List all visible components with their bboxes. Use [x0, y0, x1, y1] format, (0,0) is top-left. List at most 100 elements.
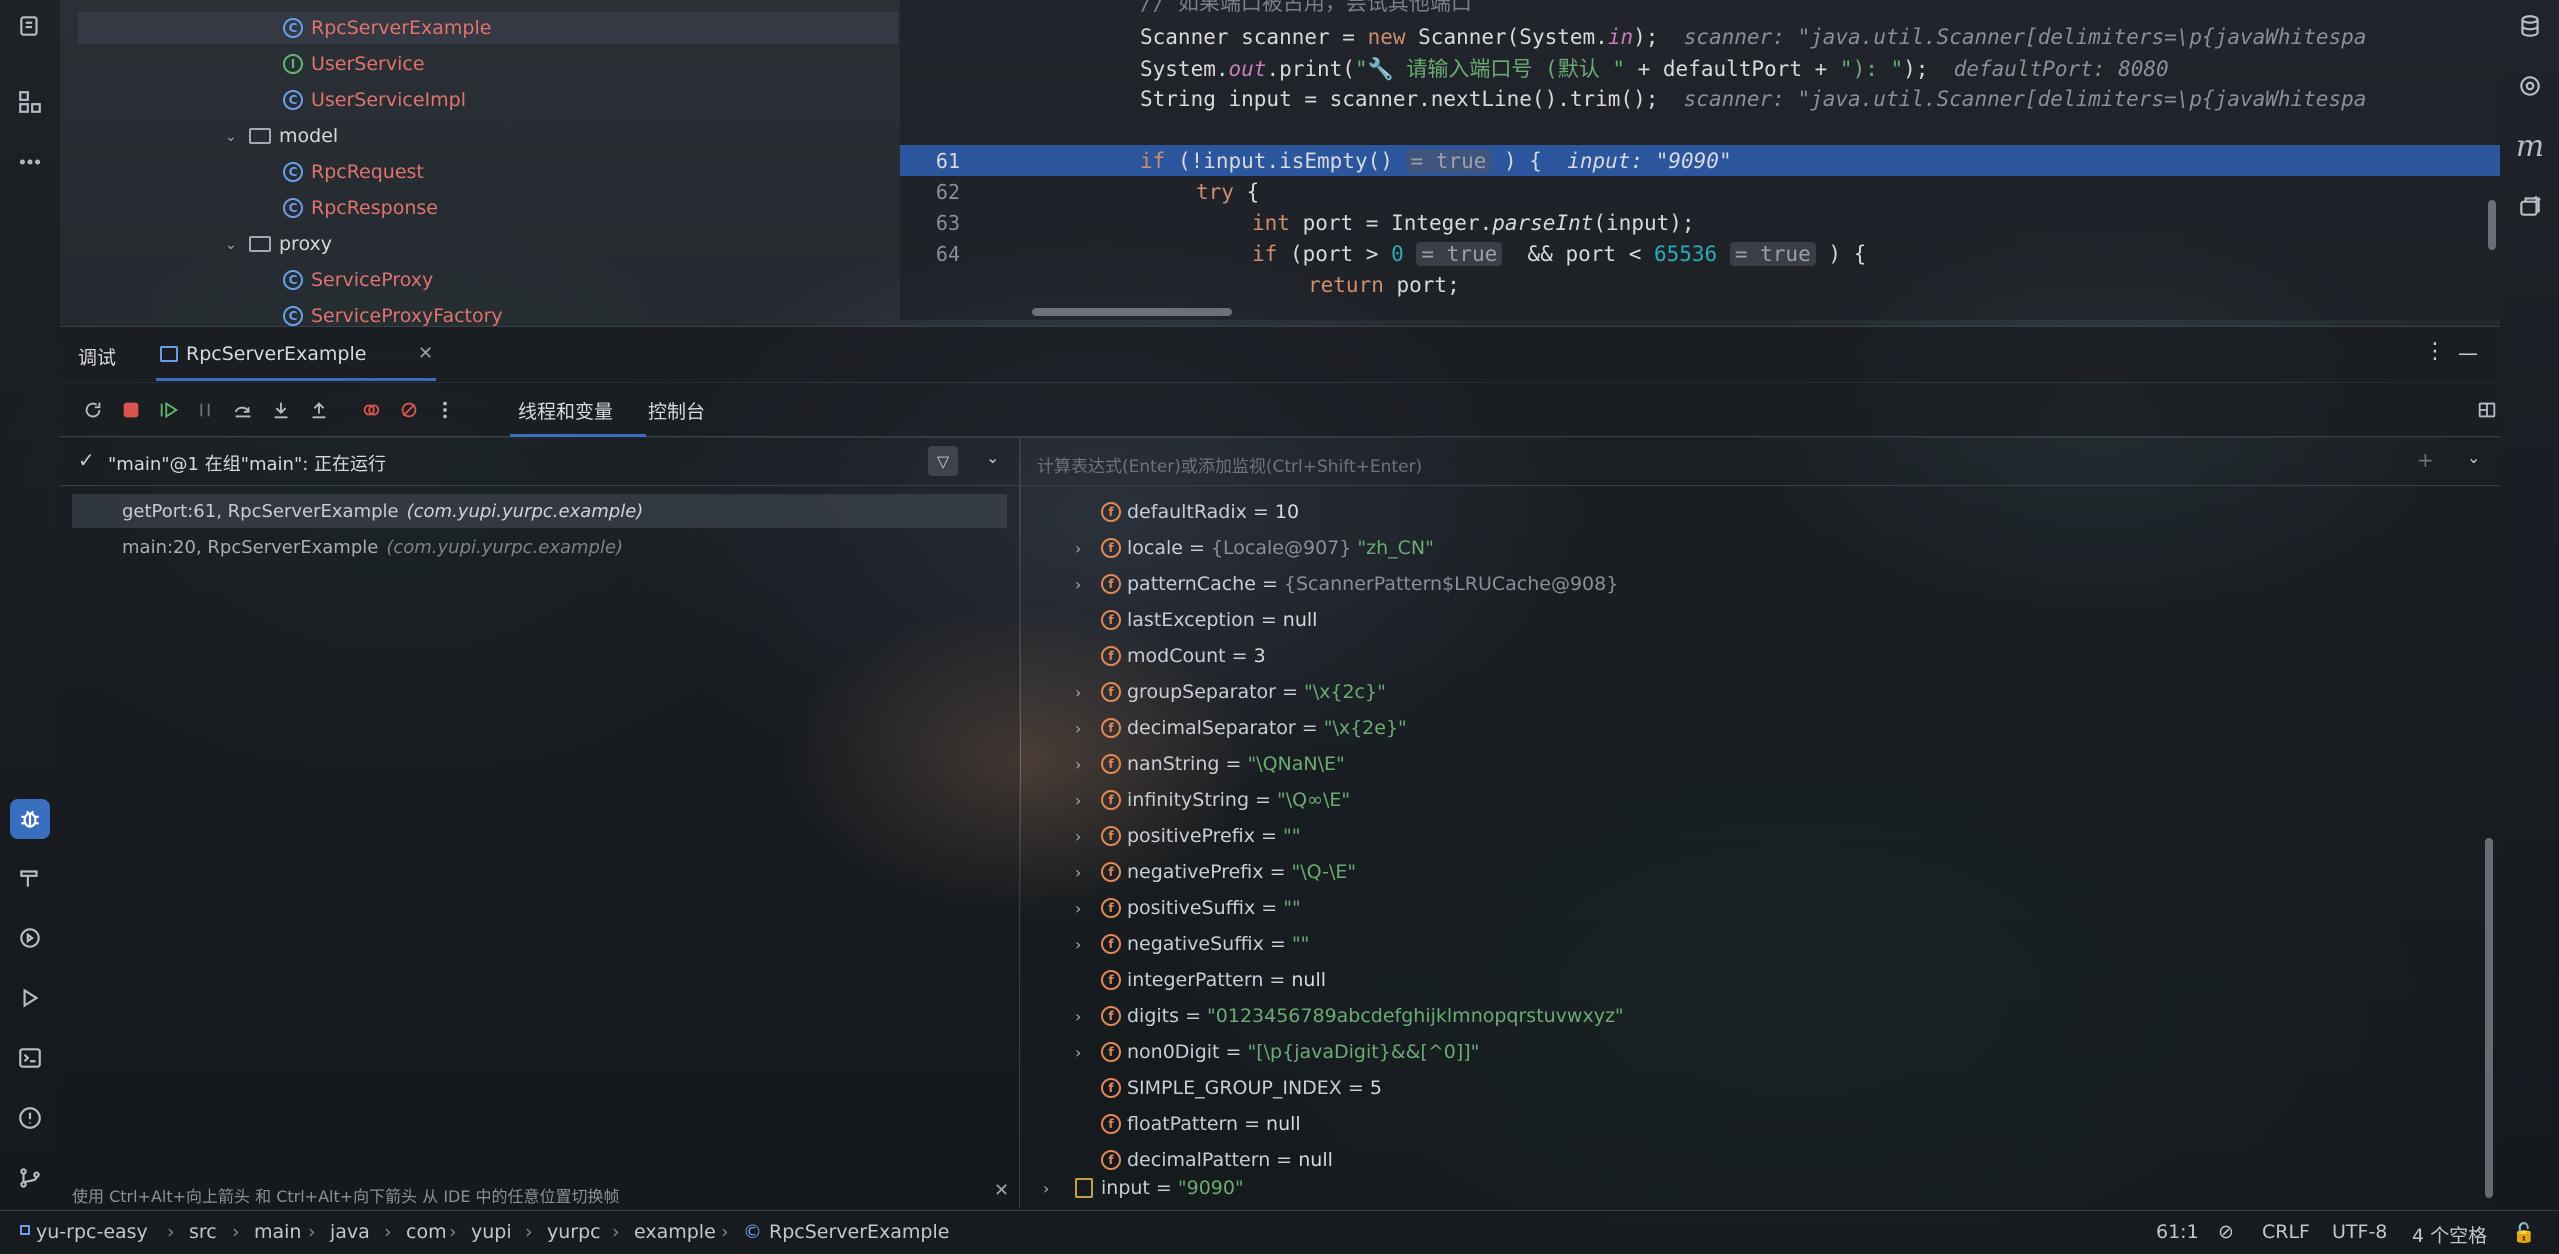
tree-item-rpcrequest[interactable]: C RpcRequest — [283, 156, 424, 188]
file-encoding[interactable]: UTF-8 — [2332, 1221, 2387, 1243]
tree-item-userservice[interactable]: I UserService — [283, 48, 425, 80]
step-out-icon[interactable] — [304, 395, 334, 425]
more-options-icon[interactable]: ⋮ — [2424, 339, 2446, 364]
chevron-right-icon[interactable]: › — [1075, 1043, 1091, 1062]
notifications-icon[interactable] — [2510, 186, 2550, 226]
problems-icon[interactable] — [10, 1098, 50, 1138]
chevron-down-icon[interactable]: ⌄ — [2467, 448, 2480, 467]
tree-item-rpcserverexample[interactable]: C RpcServerExample — [78, 12, 898, 44]
variable-row[interactable]: › f negativePrefix = "\Q-\E" — [1021, 854, 2500, 890]
git-icon[interactable] — [10, 1158, 50, 1198]
stack-frame[interactable]: getPort:61, RpcServerExample (com.yupi.y… — [72, 494, 1007, 528]
tab-rpcserverexample[interactable]: RpcServerExample ✕ — [156, 339, 446, 381]
editor-horizontal-scrollbar[interactable] — [1032, 308, 1232, 316]
ai-assistant-icon[interactable] — [2510, 66, 2550, 106]
close-hint-icon[interactable]: ✕ — [994, 1180, 1009, 1201]
code-line[interactable]: String input = scanner.nextLine().trim()… — [900, 83, 2500, 114]
build-icon[interactable] — [10, 858, 50, 898]
indent-setting[interactable]: 4 个空格 — [2412, 1221, 2487, 1248]
maven-icon[interactable]: m — [2510, 126, 2550, 166]
chevron-down-icon[interactable]: ⌄ — [225, 237, 239, 253]
code-line[interactable]: System.out.print("🔧 请输入端口号 (默认 " + defau… — [900, 52, 2500, 83]
resume-icon[interactable] — [154, 395, 184, 425]
terminal-icon[interactable] — [10, 1038, 50, 1078]
code-editor[interactable]: // 如果端口被占用，尝试其他端口 Scanner scanner = new … — [900, 0, 2500, 320]
chevron-down-icon[interactable]: ⌄ — [225, 129, 239, 145]
breadcrumb-item[interactable]: yu-rpc-easy — [36, 1221, 148, 1243]
chevron-right-icon[interactable]: › — [1075, 827, 1091, 846]
minimize-icon[interactable]: — — [2458, 341, 2478, 365]
breadcrumb-item[interactable]: src — [189, 1221, 217, 1243]
close-icon[interactable]: ✕ — [418, 343, 433, 364]
tab-console[interactable]: 控制台 — [648, 397, 705, 424]
chevron-right-icon[interactable]: › — [1075, 1007, 1091, 1026]
chevron-right-icon[interactable]: › — [1075, 863, 1091, 882]
structure-icon[interactable] — [10, 82, 50, 122]
local-variable-row[interactable]: › input = "9090" — [1021, 1170, 2500, 1206]
chevron-right-icon[interactable]: › — [1075, 899, 1091, 918]
code-line[interactable]: 62 try { — [900, 176, 2500, 207]
breadcrumb-item[interactable]: yupi — [471, 1221, 512, 1243]
chevron-right-icon[interactable]: › — [1075, 683, 1091, 702]
chevron-right-icon[interactable]: › — [1075, 791, 1091, 810]
variable-row[interactable]: f SIMPLE_GROUP_INDEX = 5 — [1021, 1070, 2500, 1106]
tree-item-rpcresponse[interactable]: C RpcResponse — [283, 192, 438, 224]
chevron-right-icon[interactable]: › — [1075, 935, 1091, 954]
services-icon[interactable] — [10, 918, 50, 958]
editor-vertical-scrollbar[interactable] — [2488, 200, 2496, 250]
chevron-right-icon[interactable]: › — [1075, 539, 1091, 558]
code-line[interactable]: return port; — [900, 269, 2500, 300]
code-line[interactable]: Scanner scanner = new Scanner(System.in)… — [900, 21, 2500, 52]
variable-row[interactable]: › f non0Digit = "[\p{javaDigit}&&[^0]]" — [1021, 1034, 2500, 1070]
variable-row[interactable]: f floatPattern = null — [1021, 1106, 2500, 1142]
add-watch-icon[interactable]: + — [2417, 448, 2434, 472]
step-over-icon[interactable] — [228, 395, 258, 425]
lock-icon[interactable]: 🔓 — [2512, 1221, 2536, 1244]
chevron-right-icon[interactable]: › — [1075, 719, 1091, 738]
stop-icon[interactable] — [116, 395, 146, 425]
line-separator[interactable]: CRLF — [2262, 1221, 2310, 1243]
variable-row[interactable]: › f patternCache = {ScannerPattern$LRUCach… — [1021, 566, 2500, 602]
breadcrumb-item[interactable]: com — [406, 1221, 447, 1243]
breadcrumb-item[interactable]: example — [634, 1221, 716, 1243]
chevron-down-icon[interactable]: ⌄ — [986, 448, 999, 467]
tree-item-proxy[interactable]: ⌄ proxy — [225, 228, 332, 260]
variable-row[interactable]: f integerPattern = null — [1021, 962, 2500, 998]
no-inspections-icon[interactable]: ⊘ — [2218, 1221, 2234, 1243]
variable-row[interactable]: f lastException = null — [1021, 602, 2500, 638]
view-breakpoints-icon[interactable] — [356, 395, 386, 425]
tree-item-userserviceimpl[interactable]: C UserServiceImpl — [283, 84, 466, 116]
thread-selector[interactable]: ✓ "main"@1 在组"main": 正在运行 ▽ ⌄ — [60, 438, 1020, 486]
variable-row[interactable]: › f digits = "0123456789abcdefghijklmnopqr… — [1021, 998, 2500, 1034]
variables-scrollbar[interactable] — [2485, 838, 2493, 1198]
variable-row[interactable]: f modCount = 3 — [1021, 638, 2500, 674]
evaluate-expression-input[interactable]: 计算表达式(Enter)或添加监视(Ctrl+Shift+Enter) + ⌄ — [1021, 438, 2500, 486]
debug-icon[interactable] — [10, 799, 50, 839]
variable-row[interactable]: f defaultRadix = 10 — [1021, 494, 2500, 530]
layout-icon[interactable] — [2472, 395, 2502, 425]
rerun-icon[interactable] — [78, 395, 108, 425]
variable-row[interactable]: › f infinityString = "\Q∞\E" — [1021, 782, 2500, 818]
step-into-icon[interactable] — [266, 395, 296, 425]
stack-frame[interactable]: main:20, RpcServerExample (com.yupi.yurp… — [72, 530, 1007, 564]
run-icon[interactable] — [10, 978, 50, 1018]
chevron-right-icon[interactable]: › — [1043, 1179, 1049, 1198]
breadcrumb-item[interactable]: java — [330, 1221, 370, 1243]
variable-row[interactable]: › f locale = {Locale@907} "zh_CN" — [1021, 530, 2500, 566]
variable-row[interactable]: › f positivePrefix = "" — [1021, 818, 2500, 854]
chevron-right-icon[interactable]: › — [1075, 575, 1091, 594]
filter-icon[interactable]: ▽ — [928, 446, 958, 476]
variable-row[interactable]: › f decimalSeparator = "\x{2e}" — [1021, 710, 2500, 746]
breadcrumb-item[interactable]: main — [254, 1221, 301, 1243]
breadcrumb-item[interactable]: yurpc — [547, 1221, 601, 1243]
code-line[interactable]: 63 int port = Integer.parseInt(input); — [900, 207, 2500, 238]
more-tools-icon[interactable] — [10, 142, 50, 182]
database-icon[interactable] — [2510, 6, 2550, 46]
variable-row[interactable]: › f positiveSuffix = "" — [1021, 890, 2500, 926]
variable-row[interactable]: › f nanString = "\QNaN\E" — [1021, 746, 2500, 782]
tree-item-serviceproxy[interactable]: C ServiceProxy — [283, 264, 433, 296]
variable-row[interactable]: › f groupSeparator = "\x{2c}" — [1021, 674, 2500, 710]
pause-icon[interactable] — [190, 395, 220, 425]
mute-breakpoints-icon[interactable] — [394, 395, 424, 425]
code-line[interactable]: 64 if (port > 0 = true && port < 65536 =… — [900, 238, 2500, 269]
